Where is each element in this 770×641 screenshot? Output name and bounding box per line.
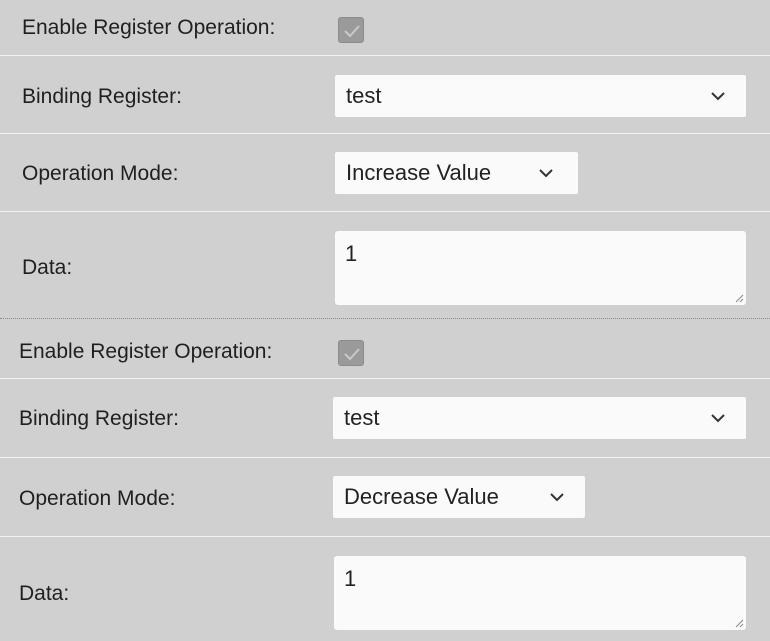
data-label: Data: <box>22 256 73 279</box>
resize-grip-icon[interactable] <box>734 293 744 303</box>
data-label: Data: <box>19 582 70 605</box>
operation-mode-select[interactable]: Decrease Value <box>333 476 585 518</box>
chevron-down-icon <box>711 92 725 101</box>
chevron-down-icon <box>539 169 553 178</box>
data-textarea[interactable]: 1 <box>334 556 746 630</box>
data-value: 1 <box>344 566 357 591</box>
data-value: 1 <box>345 241 358 266</box>
operation-mode-select[interactable]: Increase Value <box>335 152 578 194</box>
row-divider <box>0 133 770 134</box>
data-textarea[interactable]: 1 <box>335 231 746 305</box>
check-icon <box>344 25 360 38</box>
row-divider <box>0 536 770 537</box>
binding-register-label: Binding Register: <box>22 85 182 108</box>
binding-register-label: Binding Register: <box>19 407 179 430</box>
binding-register-select[interactable]: test <box>335 75 746 117</box>
enable-register-operation-checkbox[interactable] <box>338 340 364 366</box>
enable-register-operation-label: Enable Register Operation: <box>19 340 273 363</box>
check-icon <box>344 348 360 361</box>
binding-register-value: test <box>346 83 382 108</box>
enable-register-operation-checkbox[interactable] <box>338 17 364 43</box>
chevron-down-icon <box>550 493 564 502</box>
row-divider <box>0 457 770 458</box>
binding-register-value: test <box>344 405 380 430</box>
row-divider <box>0 378 770 379</box>
group-divider <box>0 318 770 319</box>
operation-mode-label: Operation Mode: <box>22 162 179 185</box>
row-divider <box>0 211 770 212</box>
chevron-down-icon <box>711 414 725 423</box>
binding-register-select[interactable]: test <box>333 397 746 439</box>
operation-mode-label: Operation Mode: <box>19 487 176 510</box>
resize-grip-icon[interactable] <box>734 618 744 628</box>
enable-register-operation-label: Enable Register Operation: <box>22 16 276 39</box>
row-divider <box>0 55 770 56</box>
